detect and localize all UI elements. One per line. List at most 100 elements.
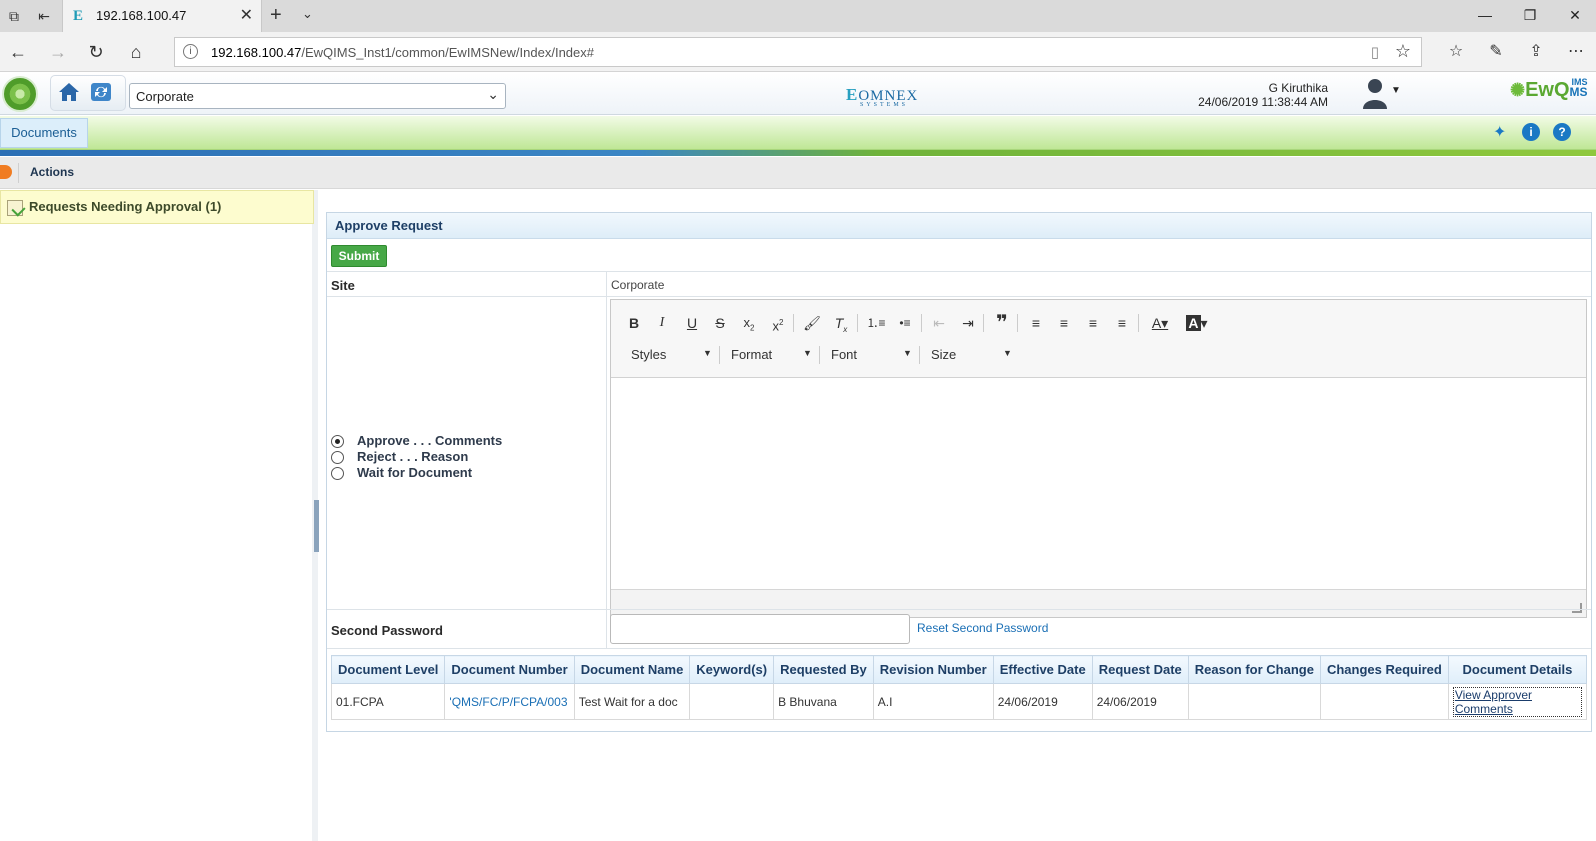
help-icon[interactable]: ? — [1553, 123, 1571, 141]
toolbar-separator — [819, 346, 820, 364]
web-note-icon[interactable]: ✎ — [1484, 40, 1508, 64]
copy-formatting-icon[interactable]: 🖌 — [801, 313, 823, 333]
toolbar-separator — [983, 314, 984, 332]
tab-list-chevron-icon[interactable]: ⌄ — [302, 6, 313, 22]
column-divider — [606, 297, 607, 609]
justify-icon[interactable]: ≡ — [1111, 313, 1133, 333]
reading-view-icon[interactable]: ▯ — [1371, 43, 1379, 61]
set-tabs-aside-icon[interactable]: ⇤ — [34, 6, 54, 26]
user-avatar-icon[interactable] — [1361, 77, 1389, 109]
refresh-page-icon[interactable]: ↻ — [84, 40, 108, 64]
subscript-icon[interactable]: x2 — [738, 313, 760, 333]
col-request-date[interactable]: Request Date — [1091, 655, 1189, 684]
numbered-list-icon[interactable]: ⒈≡ — [865, 313, 887, 333]
second-password-input[interactable] — [610, 614, 910, 644]
tab-actions-icon[interactable]: ⧉ — [4, 6, 24, 26]
share-icon[interactable]: ⇪ — [1524, 40, 1548, 64]
requests-needing-approval-item[interactable]: Requests Needing Approval (1) — [0, 190, 314, 224]
cell-request-date: 24/06/2019 — [1091, 683, 1189, 720]
col-document-details[interactable]: Document Details — [1447, 655, 1588, 684]
submit-button[interactable]: Submit — [331, 245, 387, 267]
underline-icon[interactable]: U — [681, 313, 703, 333]
app-logo-icon[interactable] — [2, 76, 38, 112]
column-divider — [606, 272, 607, 296]
reject-label: Reject . . . Reason — [357, 449, 469, 464]
decrease-indent-icon[interactable]: ⇤ — [928, 313, 950, 333]
user-menu-caret-icon[interactable]: ▼ — [1391, 85, 1401, 96]
superscript-icon[interactable]: x2 — [767, 313, 789, 333]
col-document-name[interactable]: Document Name — [573, 655, 691, 684]
favorite-star-icon[interactable]: ☆ — [1395, 41, 1411, 62]
pin-icon[interactable]: ✦ — [1493, 122, 1506, 142]
actions-divider — [18, 163, 19, 183]
toolbar-separator — [1138, 314, 1139, 332]
cell-document-details: View Approver Comments — [1447, 683, 1588, 720]
tab-title: 192.168.100.47 — [96, 8, 187, 23]
reset-second-password-link[interactable]: Reset Second Password — [917, 621, 1048, 635]
panel-header: Approve Request — [327, 213, 1591, 239]
align-left-icon[interactable]: ≡ — [1025, 313, 1047, 333]
reject-radio[interactable] — [331, 451, 344, 464]
col-reason-for-change[interactable]: Reason for Change — [1187, 655, 1321, 684]
restore-icon[interactable]: ❐ — [1515, 4, 1545, 26]
chevron-down-icon: ⌄ — [487, 86, 499, 102]
site-info-icon[interactable]: i — [183, 44, 198, 59]
col-revision-number[interactable]: Revision Number — [872, 655, 994, 684]
approve-label: Approve . . . Comments — [357, 433, 503, 448]
view-approver-comments-link[interactable]: View Approver Comments — [1452, 686, 1582, 717]
col-keywords[interactable]: Keyword(s) — [689, 655, 775, 684]
italic-icon[interactable]: I — [651, 313, 673, 333]
increase-indent-icon[interactable]: ⇥ — [957, 313, 979, 333]
align-right-icon[interactable]: ≡ — [1082, 313, 1104, 333]
text-color-icon[interactable]: A▾ — [1145, 313, 1175, 333]
document-number-link[interactable]: 'QMS/FC/P/FCPA/003 — [444, 683, 575, 720]
home-page-icon[interactable]: ⌂ — [124, 40, 148, 64]
panel-splitter[interactable] — [314, 500, 319, 552]
blockquote-icon[interactable]: ❞ — [991, 313, 1013, 333]
format-combo[interactable]: Format ▼ — [731, 344, 813, 366]
home-icon[interactable] — [58, 81, 80, 103]
col-document-number[interactable]: Document Number — [444, 655, 575, 684]
url-text: 192.168.100.47/EwQIMS_Inst1/common/EwIMS… — [211, 45, 594, 60]
site-dropdown[interactable]: Corporate ⌄ — [129, 83, 506, 109]
actions-toggle-icon[interactable] — [0, 165, 12, 179]
favorites-list-icon[interactable]: ☆ — [1444, 40, 1468, 64]
site-dropdown-value: Corporate — [136, 89, 194, 104]
approve-radio[interactable] — [331, 435, 344, 448]
browser-tab[interactable]: E 192.168.100.47 ✕ — [62, 0, 262, 32]
remove-format-icon[interactable]: Tx — [830, 313, 852, 334]
editor-content-area[interactable] — [611, 379, 1586, 585]
size-combo[interactable]: Size ▼ — [931, 344, 1013, 366]
info-icon[interactable]: i — [1522, 123, 1540, 141]
col-effective-date[interactable]: Effective Date — [992, 655, 1093, 684]
refresh-icon[interactable] — [90, 81, 112, 103]
bulleted-list-icon[interactable]: •≡ — [894, 313, 916, 333]
more-menu-icon[interactable]: ⋯ — [1564, 40, 1588, 64]
close-tab-icon[interactable]: ✕ — [240, 5, 253, 25]
wait-radio[interactable] — [331, 467, 344, 480]
panel-title: Approve Request — [335, 218, 443, 233]
approval-checklist-icon — [7, 200, 23, 216]
size-dropdown-icon: ▼ — [1003, 348, 1012, 358]
col-document-level[interactable]: Document Level — [330, 655, 446, 684]
align-center-icon[interactable]: ≡ — [1053, 313, 1075, 333]
actions-label[interactable]: Actions — [30, 165, 74, 179]
strikethrough-icon[interactable]: S — [709, 313, 731, 333]
bold-icon[interactable]: B — [623, 313, 645, 333]
new-tab-icon[interactable]: + — [270, 4, 282, 27]
omnex-logo: EOMNEX SYSTEMS — [846, 85, 919, 108]
header-stripe — [0, 150, 1596, 156]
minimize-icon[interactable]: — — [1470, 4, 1500, 26]
tab-documents[interactable]: Documents — [0, 118, 88, 148]
forward-icon[interactable]: → — [46, 40, 70, 64]
back-icon[interactable]: ← — [6, 40, 30, 64]
close-window-icon[interactable]: ✕ — [1560, 4, 1590, 26]
styles-combo[interactable]: Styles ▼ — [631, 344, 712, 366]
col-requested-by[interactable]: Requested By — [773, 655, 874, 684]
font-combo[interactable]: Font ▼ — [831, 344, 913, 366]
col-changes-required[interactable]: Changes Required — [1319, 655, 1449, 684]
site-value: Corporate — [611, 278, 665, 292]
background-color-icon[interactable]: A ▾ — [1182, 313, 1212, 333]
url-field[interactable]: i 192.168.100.47/EwQIMS_Inst1/common/EwI… — [174, 37, 1422, 67]
user-name: G Kiruthika — [1268, 81, 1328, 95]
